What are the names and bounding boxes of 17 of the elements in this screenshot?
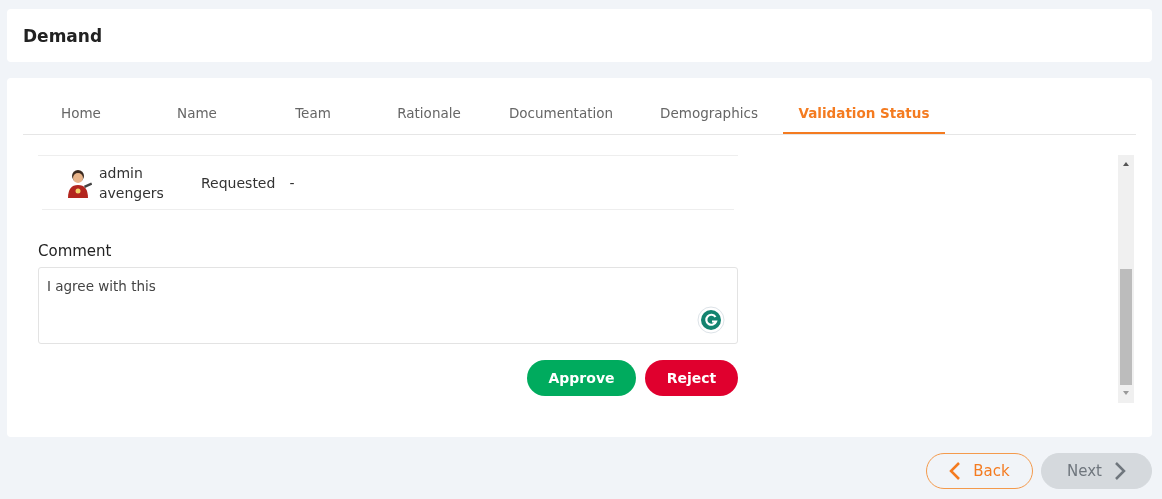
chevron-right-icon [1113,461,1126,481]
chevron-left-icon [949,461,962,481]
tab[interactable]: Rationale [371,95,487,134]
tab[interactable]: Name [139,95,255,134]
tab[interactable]: Team [255,95,371,134]
tab[interactable]: Demographics [635,95,783,134]
comment-label: Comment [38,242,113,260]
user-name: admin avengers [99,163,165,203]
scrollbar[interactable] [1118,155,1134,403]
status-text: Requested [201,174,276,191]
page-title: Demand [23,25,103,46]
comment-field[interactable]: I agree with this [38,267,738,344]
grammar-icon[interactable] [697,306,725,334]
tab[interactable]: Documentation [487,95,635,134]
reject-button[interactable]: Reject [645,360,738,396]
tab[interactable]: Home [23,95,139,134]
date-text: - [289,174,295,191]
